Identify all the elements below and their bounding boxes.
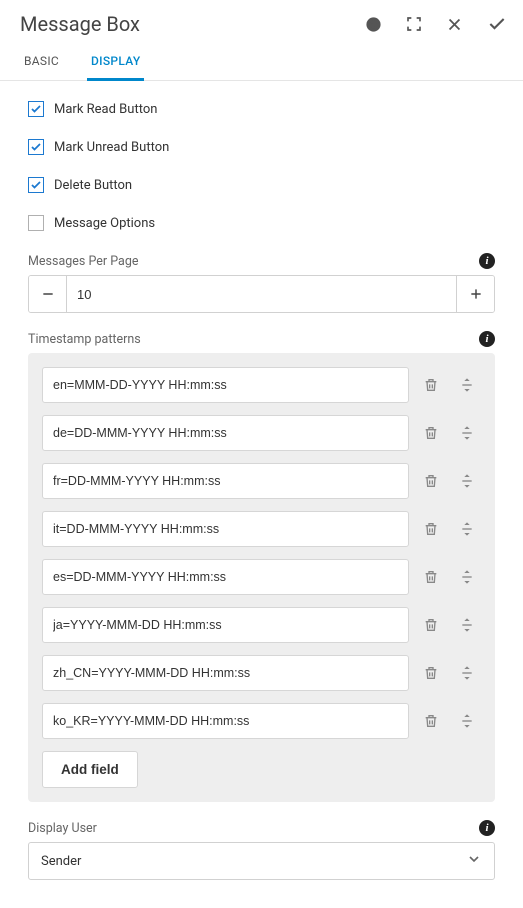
checkbox-row-message-options: Message Options xyxy=(28,215,495,231)
pattern-input[interactable] xyxy=(42,607,409,643)
pattern-row xyxy=(42,367,481,403)
dialog-title: Message Box xyxy=(20,12,365,36)
pattern-input[interactable] xyxy=(42,463,409,499)
trash-icon[interactable] xyxy=(417,665,445,681)
mark-read-checkbox[interactable] xyxy=(28,101,44,117)
delete-label: Delete Button xyxy=(54,178,132,193)
messages-per-page-label: Messages Per Page xyxy=(28,254,138,269)
drag-handle-icon[interactable] xyxy=(453,617,481,633)
pattern-input[interactable] xyxy=(42,655,409,691)
help-icon[interactable]: ? xyxy=(365,16,382,33)
pattern-input[interactable] xyxy=(42,703,409,739)
drag-handle-icon[interactable] xyxy=(453,569,481,585)
info-icon[interactable]: i xyxy=(479,820,495,836)
trash-icon[interactable] xyxy=(417,521,445,537)
mark-unread-label: Mark Unread Button xyxy=(54,140,169,155)
stepper-increment-button[interactable] xyxy=(456,276,494,312)
fullscreen-icon[interactable] xyxy=(406,16,422,32)
pattern-input[interactable] xyxy=(42,367,409,403)
messages-per-page-input[interactable] xyxy=(67,276,456,312)
pattern-row xyxy=(42,415,481,451)
trash-icon[interactable] xyxy=(417,377,445,393)
drag-handle-icon[interactable] xyxy=(453,377,481,393)
drag-handle-icon[interactable] xyxy=(453,521,481,537)
pattern-input[interactable] xyxy=(42,511,409,547)
trash-icon[interactable] xyxy=(417,473,445,489)
drag-handle-icon[interactable] xyxy=(453,665,481,681)
message-options-checkbox[interactable] xyxy=(28,215,44,231)
display-user-select[interactable]: Sender xyxy=(28,842,495,880)
delete-checkbox[interactable] xyxy=(28,177,44,193)
messages-per-page-label-row: Messages Per Page i xyxy=(28,253,495,269)
info-icon[interactable]: i xyxy=(479,253,495,269)
dialog-header: Message Box ? xyxy=(0,0,523,44)
chevron-down-icon xyxy=(466,851,482,871)
pattern-row xyxy=(42,607,481,643)
trash-icon[interactable] xyxy=(417,617,445,633)
mark-unread-checkbox[interactable] xyxy=(28,139,44,155)
mark-read-label: Mark Read Button xyxy=(54,102,157,117)
pattern-row xyxy=(42,511,481,547)
tab-display[interactable]: DISPLAY xyxy=(87,44,144,81)
tab-bar: BASIC DISPLAY xyxy=(0,44,523,81)
drag-handle-icon[interactable] xyxy=(453,713,481,729)
confirm-icon[interactable] xyxy=(487,14,507,34)
info-icon[interactable]: i xyxy=(479,331,495,347)
messages-per-page-stepper xyxy=(28,275,495,313)
pattern-row xyxy=(42,655,481,691)
drag-handle-icon[interactable] xyxy=(453,425,481,441)
message-options-label: Message Options xyxy=(54,216,155,231)
timestamp-patterns-label-row: Timestamp patterns i xyxy=(28,331,495,347)
pattern-row xyxy=(42,559,481,595)
pattern-row xyxy=(42,703,481,739)
add-field-button[interactable]: Add field xyxy=(42,751,138,788)
display-user-label-row: Display User i xyxy=(28,820,495,836)
timestamp-patterns-list: Add field xyxy=(28,353,495,802)
drag-handle-icon[interactable] xyxy=(453,473,481,489)
tab-basic[interactable]: BASIC xyxy=(20,44,63,80)
display-user-label: Display User xyxy=(28,821,97,836)
checkbox-row-mark-read: Mark Read Button xyxy=(28,101,495,117)
trash-icon[interactable] xyxy=(417,569,445,585)
display-user-value: Sender xyxy=(41,854,81,869)
stepper-decrement-button[interactable] xyxy=(29,276,67,312)
timestamp-patterns-label: Timestamp patterns xyxy=(28,332,141,347)
trash-icon[interactable] xyxy=(417,425,445,441)
header-actions: ? xyxy=(365,14,507,34)
trash-icon[interactable] xyxy=(417,713,445,729)
svg-text:?: ? xyxy=(370,20,376,31)
checkbox-row-delete: Delete Button xyxy=(28,177,495,193)
checkbox-row-mark-unread: Mark Unread Button xyxy=(28,139,495,155)
pattern-input[interactable] xyxy=(42,415,409,451)
pattern-row xyxy=(42,463,481,499)
close-icon[interactable] xyxy=(446,16,463,33)
tab-content: Mark Read Button Mark Unread Button Dele… xyxy=(0,81,523,908)
pattern-input[interactable] xyxy=(42,559,409,595)
